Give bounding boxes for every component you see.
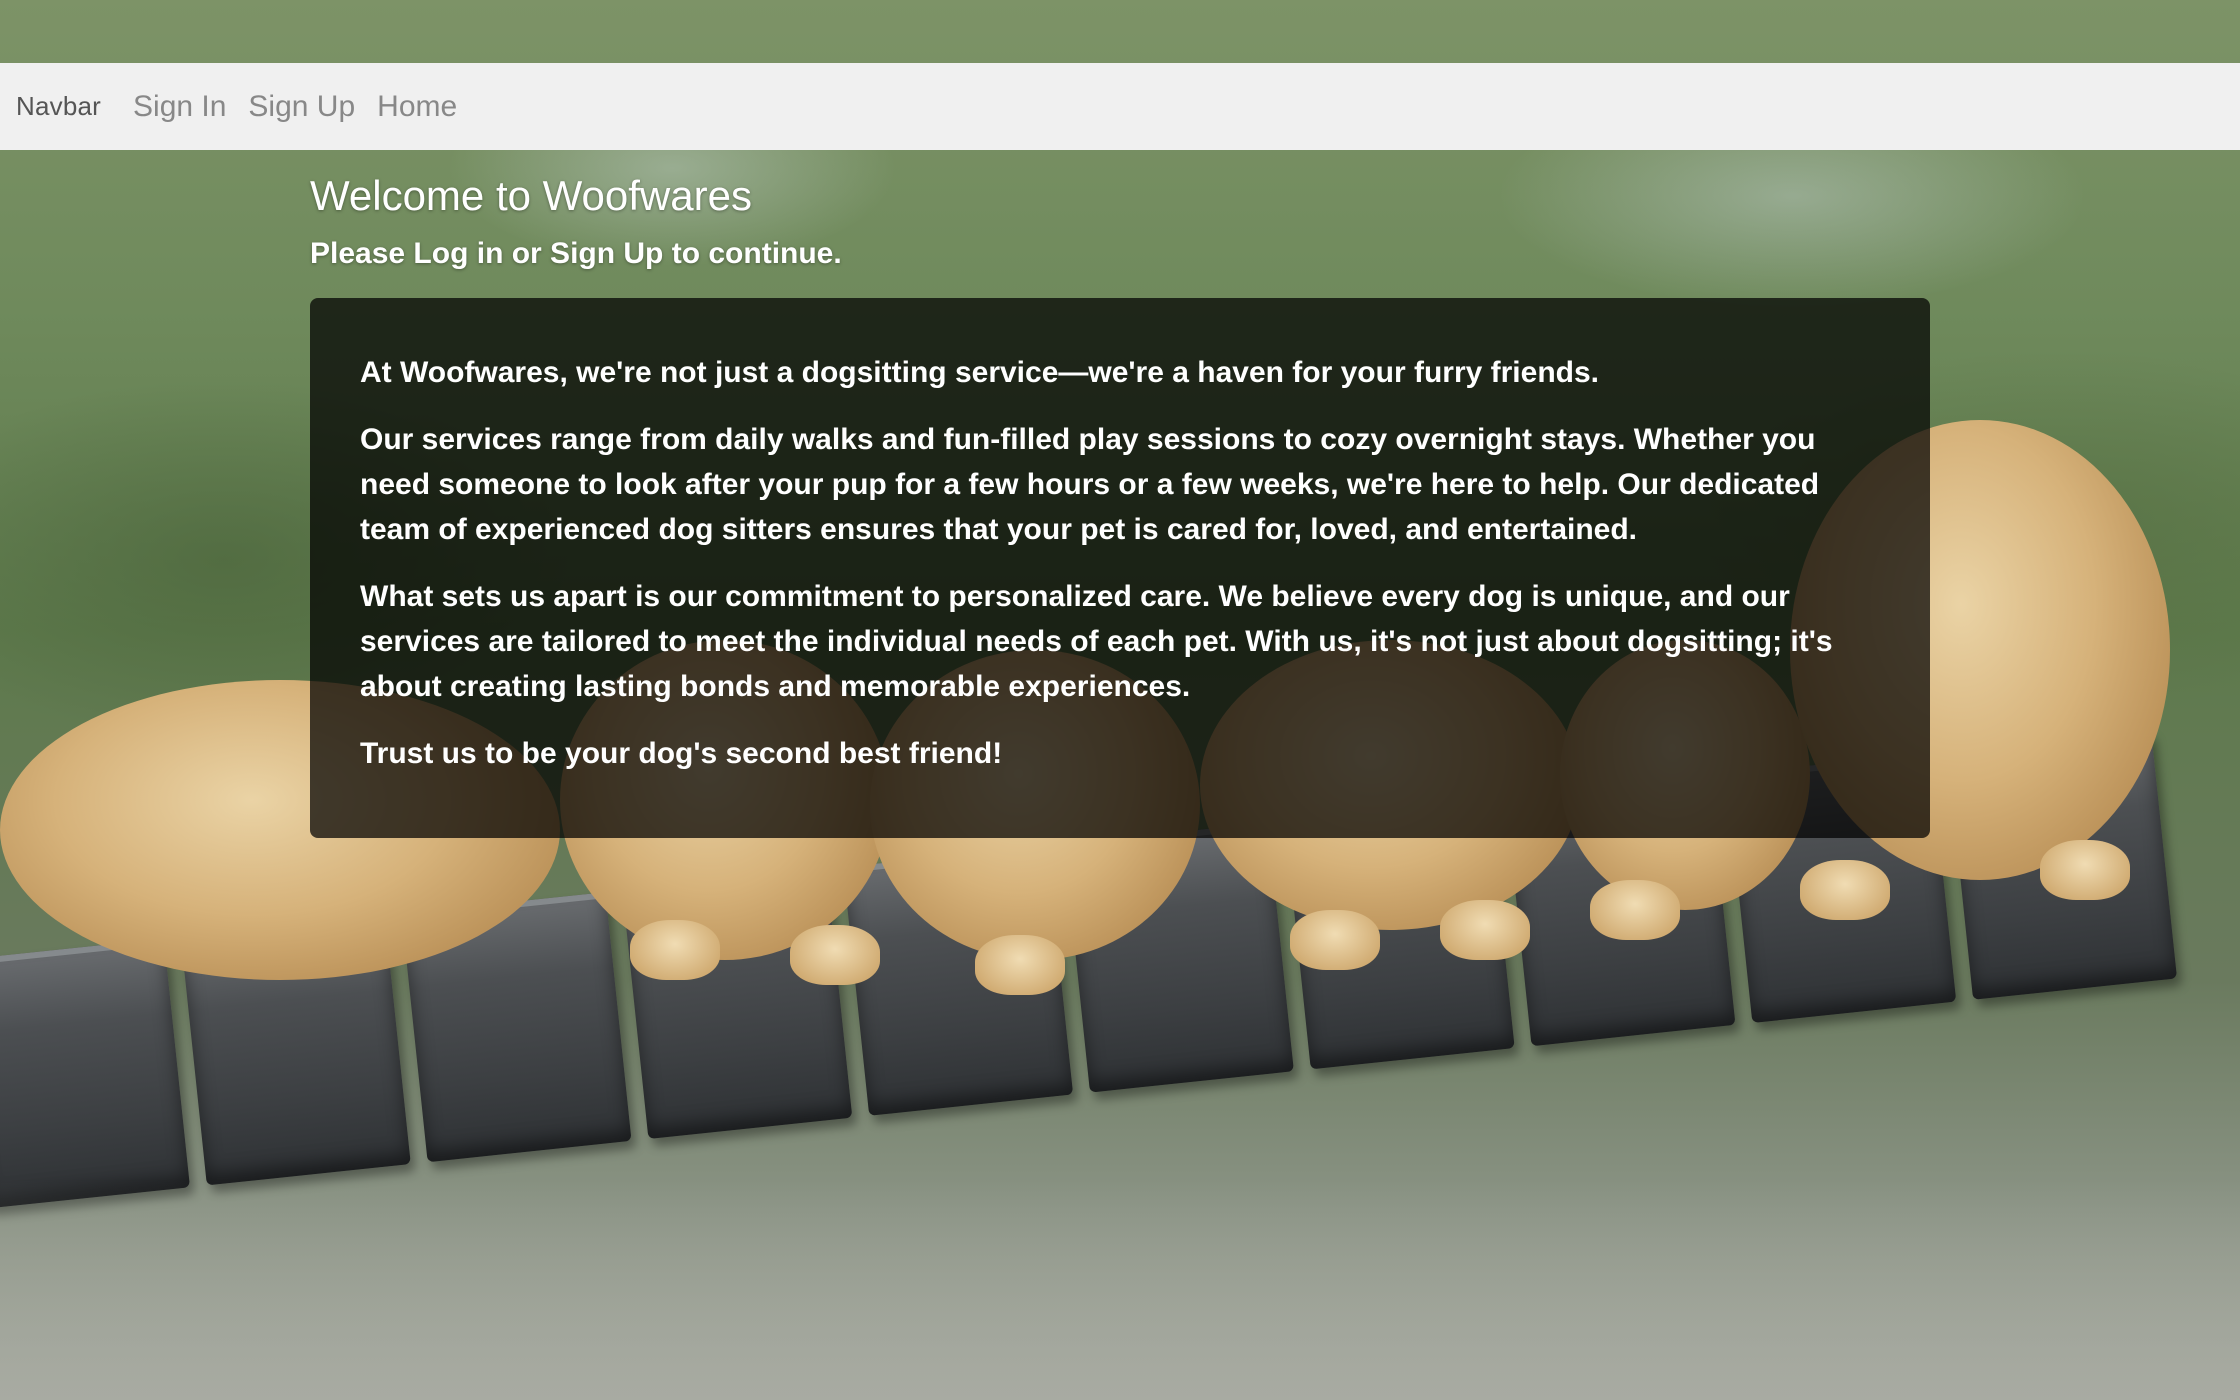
navbar-brand[interactable]: Navbar [16, 91, 101, 122]
about-paragraph: At Woofwares, we're not just a dogsittin… [360, 356, 1599, 389]
nav-link-sign-in[interactable]: Sign In [133, 90, 226, 124]
nav-link-sign-up[interactable]: Sign Up [248, 90, 355, 124]
nav-link-home[interactable]: Home [377, 90, 457, 124]
navbar: Navbar Sign In Sign Up Home [0, 63, 2240, 150]
about-paragraph: Trust us to be your dog's second best fr… [360, 737, 1003, 770]
about-card: At Woofwares, we're not just a dogsittin… [310, 298, 1930, 838]
page-title: Welcome to Woofwares [310, 172, 752, 219]
about-paragraph: What sets us apart is our commitment to … [360, 580, 1833, 703]
about-paragraph: Our services range from daily walks and … [360, 423, 1820, 546]
page-subtitle: Please Log in or Sign Up to continue. [310, 237, 842, 270]
